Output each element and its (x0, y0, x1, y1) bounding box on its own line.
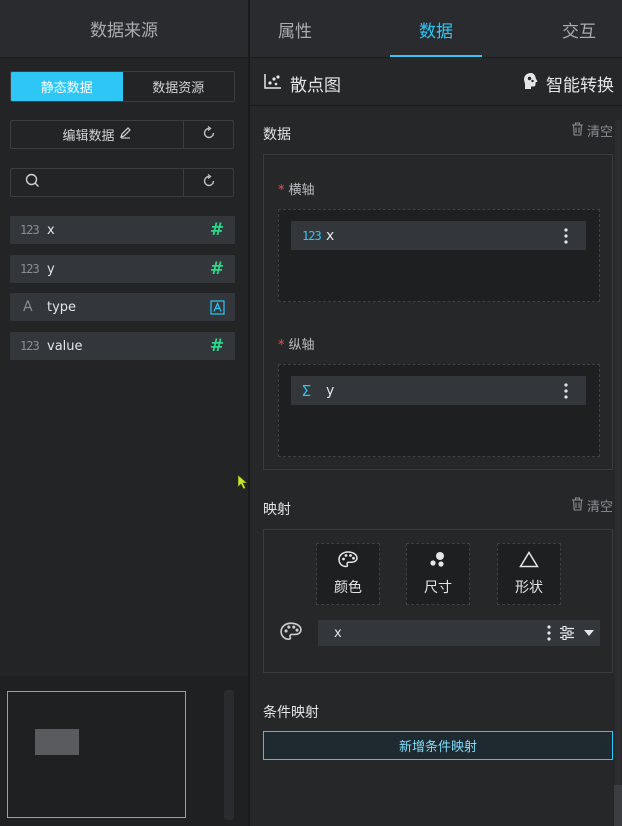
mouse-cursor-icon (237, 474, 248, 494)
chart-type-selector[interactable]: 散点图 (264, 71, 341, 96)
edit-data-label: 编辑数据 (62, 129, 115, 144)
condition-section-title: 条件映射 (263, 705, 319, 721)
palette-icon (280, 622, 302, 645)
clear-label: 清空 (586, 125, 613, 140)
brain-icon (522, 72, 540, 95)
data-mapping-box: * 横轴 123 x * 纵轴 Σ y (263, 154, 613, 470)
more-vertical-icon[interactable] (542, 625, 556, 641)
y-axis-dropzone[interactable]: Σ y (278, 364, 600, 457)
data-section-title: 数据 (263, 127, 291, 143)
clear-label: 清空 (586, 500, 613, 515)
hash-icon: # (209, 336, 225, 356)
scatter-chart-icon (264, 73, 282, 94)
number-type-icon: 123 (302, 228, 322, 243)
triangle-icon (519, 551, 539, 572)
minimap-scrollbar[interactable] (224, 690, 234, 820)
tab-data[interactable]: 数据 (419, 0, 453, 58)
number-type-icon: 123 (20, 223, 40, 237)
trash-icon (571, 496, 584, 515)
more-vertical-icon[interactable] (546, 382, 586, 399)
smart-convert-button[interactable]: 智能转换 (522, 71, 614, 96)
refresh-button[interactable] (184, 121, 233, 148)
field-search-row (10, 168, 234, 197)
refresh-icon (202, 125, 216, 144)
x-axis-label-text: 横轴 (288, 183, 315, 198)
chart-type-bar: 散点图 智能转换 (250, 58, 622, 106)
hash-icon: # (209, 259, 225, 279)
minimap-viewport[interactable] (7, 691, 186, 818)
y-axis-label-text: 纵轴 (288, 338, 315, 353)
data-clear-button[interactable]: 清空 (571, 121, 613, 140)
number-type-icon: 123 (20, 262, 40, 276)
size-mapping-button[interactable]: 尺寸 (406, 543, 470, 605)
mapping-clear-button[interactable]: 清空 (571, 496, 613, 515)
color-mapping-field[interactable]: x (318, 620, 600, 646)
required-mark: * (278, 338, 285, 353)
panel-scrollbar-thumb[interactable] (614, 785, 622, 826)
x-axis-label: * 横轴 (278, 179, 315, 198)
sliders-icon[interactable] (556, 626, 578, 640)
refresh-icon (202, 173, 216, 192)
y-axis-label: * 纵轴 (278, 334, 315, 353)
bubbles-icon (429, 551, 447, 572)
shape-mapping-button[interactable]: 形状 (497, 543, 561, 605)
data-type-segment: 静态数据 数据资源 (10, 71, 235, 102)
mapping-section-title: 映射 (263, 502, 291, 518)
field-item-x[interactable]: 123 x # (10, 216, 235, 244)
number-type-icon: 123 (20, 339, 40, 353)
field-name: x (47, 222, 55, 238)
tab-interaction[interactable]: 交互 (562, 0, 596, 58)
edit-data-button[interactable]: 编辑数据 (11, 121, 184, 148)
field-item-type[interactable]: A type (10, 293, 235, 321)
data-source-title: 数据来源 (0, 0, 248, 58)
y-axis-field-name: y (326, 382, 335, 399)
field-search-input[interactable] (11, 169, 184, 196)
panel-scrollbar-track[interactable] (615, 120, 621, 810)
y-axis-field-pill[interactable]: Σ y (291, 376, 586, 405)
active-tab-indicator (390, 55, 482, 57)
sum-icon: Σ (302, 381, 311, 400)
data-source-panel: 数据来源 静态数据 数据资源 编辑数据 123 x # 123 y # A ty… (0, 0, 248, 826)
trash-icon (571, 121, 584, 140)
field-name: type (47, 299, 77, 315)
required-mark: * (278, 183, 285, 198)
static-data-tab[interactable]: 静态数据 (11, 72, 123, 101)
minimap-component-block (35, 729, 79, 755)
field-item-y[interactable]: 123 y # (10, 255, 235, 283)
caret-down-icon[interactable] (578, 629, 600, 637)
search-icon (25, 173, 40, 192)
search-refresh-button[interactable] (184, 169, 233, 196)
x-axis-dropzone[interactable]: 123 x (278, 209, 600, 302)
x-axis-field-name: x (326, 227, 335, 244)
field-item-value[interactable]: 123 value # (10, 332, 235, 360)
data-resource-tab[interactable]: 数据资源 (123, 72, 235, 101)
tab-properties[interactable]: 属性 (278, 0, 312, 58)
add-condition-mapping-button[interactable]: 新增条件映射 (263, 731, 613, 760)
hash-icon: # (209, 220, 225, 240)
field-name: value (47, 338, 83, 354)
edit-data-row: 编辑数据 (10, 120, 234, 149)
color-label: 颜色 (334, 580, 362, 596)
more-vertical-icon[interactable] (546, 227, 586, 244)
color-field-name: x (334, 625, 342, 641)
pencil-icon (119, 126, 132, 143)
palette-icon (338, 551, 358, 572)
chart-type-label: 散点图 (290, 76, 341, 96)
field-name: y (47, 261, 55, 277)
config-tabs: 属性 数据 交互 (250, 0, 622, 58)
size-label: 尺寸 (424, 580, 452, 596)
text-type-icon: A (23, 299, 33, 315)
color-mapping-button[interactable]: 颜色 (316, 543, 380, 605)
x-axis-field-pill[interactable]: 123 x (291, 221, 586, 250)
text-box-icon (199, 299, 235, 315)
visual-mapping-box: 颜色 尺寸 形状 x (263, 529, 613, 673)
config-panel: 属性 数据 交互 散点图 智能转换 数据 清空 * 横轴 123 x * 纵轴 … (250, 0, 622, 826)
shape-label: 形状 (515, 580, 543, 596)
smart-convert-label: 智能转换 (546, 76, 614, 96)
